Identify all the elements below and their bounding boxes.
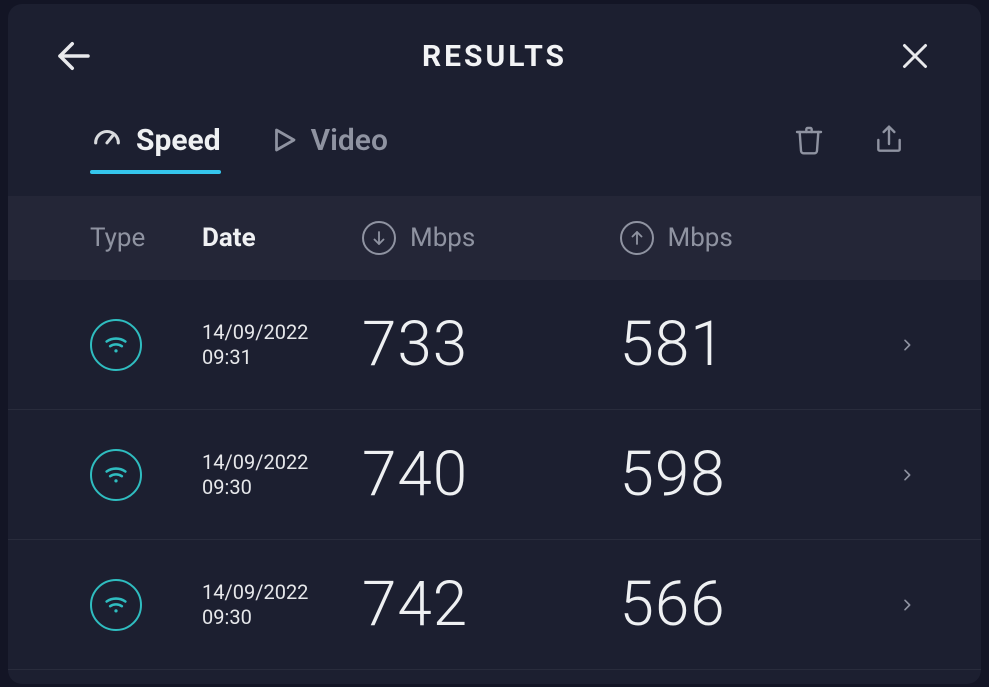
tab-video-label: Video [311, 123, 388, 158]
column-headers: Type Date Mbps Mbps [8, 196, 981, 280]
result-download: 742 [362, 568, 620, 641]
results-screen: RESULTS Speed [8, 4, 981, 684]
header-download[interactable]: Mbps [362, 221, 620, 255]
close-icon [897, 38, 933, 74]
tab-video[interactable]: Video [269, 113, 388, 168]
delete-button[interactable] [783, 114, 835, 166]
result-date: 14/09/2022 09:30 [202, 450, 362, 500]
result-date: 14/09/2022 09:30 [202, 580, 362, 630]
results-list: 14/09/2022 09:31 733 581 [8, 280, 981, 684]
header: RESULTS [8, 4, 981, 100]
header-type: Type [90, 223, 202, 253]
header-upload-unit: Mbps [668, 223, 733, 253]
result-row[interactable]: 14/09/2022 09:31 733 581 [8, 280, 981, 410]
chevron-right-icon [877, 332, 915, 358]
download-icon [362, 221, 396, 255]
tab-speed[interactable]: Speed [90, 113, 221, 168]
close-button[interactable] [889, 30, 941, 82]
result-date: 14/09/2022 09:31 [202, 320, 362, 370]
header-download-unit: Mbps [410, 223, 475, 253]
gauge-icon [90, 123, 124, 157]
result-row[interactable]: 14/09/2022 09:30 740 598 [8, 410, 981, 540]
chevron-right-icon [877, 462, 915, 488]
chevron-right-icon [877, 592, 915, 618]
result-upload: 598 [620, 438, 878, 511]
page-title: RESULTS [422, 39, 567, 74]
result-download: 733 [362, 308, 620, 381]
header-date[interactable]: Date [202, 223, 362, 253]
trash-icon [793, 124, 825, 156]
wifi-icon [90, 319, 142, 371]
play-icon [269, 125, 299, 155]
tab-speed-label: Speed [136, 123, 221, 158]
back-arrow-icon [53, 35, 95, 77]
result-row[interactable]: 14/09/2022 09:30 742 566 [8, 540, 981, 670]
result-download: 740 [362, 438, 620, 511]
wifi-icon [90, 449, 142, 501]
result-upload: 581 [620, 308, 878, 381]
tabs-row: Speed Video [8, 100, 981, 180]
header-upload[interactable]: Mbps [620, 221, 878, 255]
wifi-icon [90, 579, 142, 631]
back-button[interactable] [48, 30, 100, 82]
share-button[interactable] [863, 114, 915, 166]
share-icon [873, 124, 905, 156]
upload-icon [620, 221, 654, 255]
result-upload: 566 [620, 568, 878, 641]
